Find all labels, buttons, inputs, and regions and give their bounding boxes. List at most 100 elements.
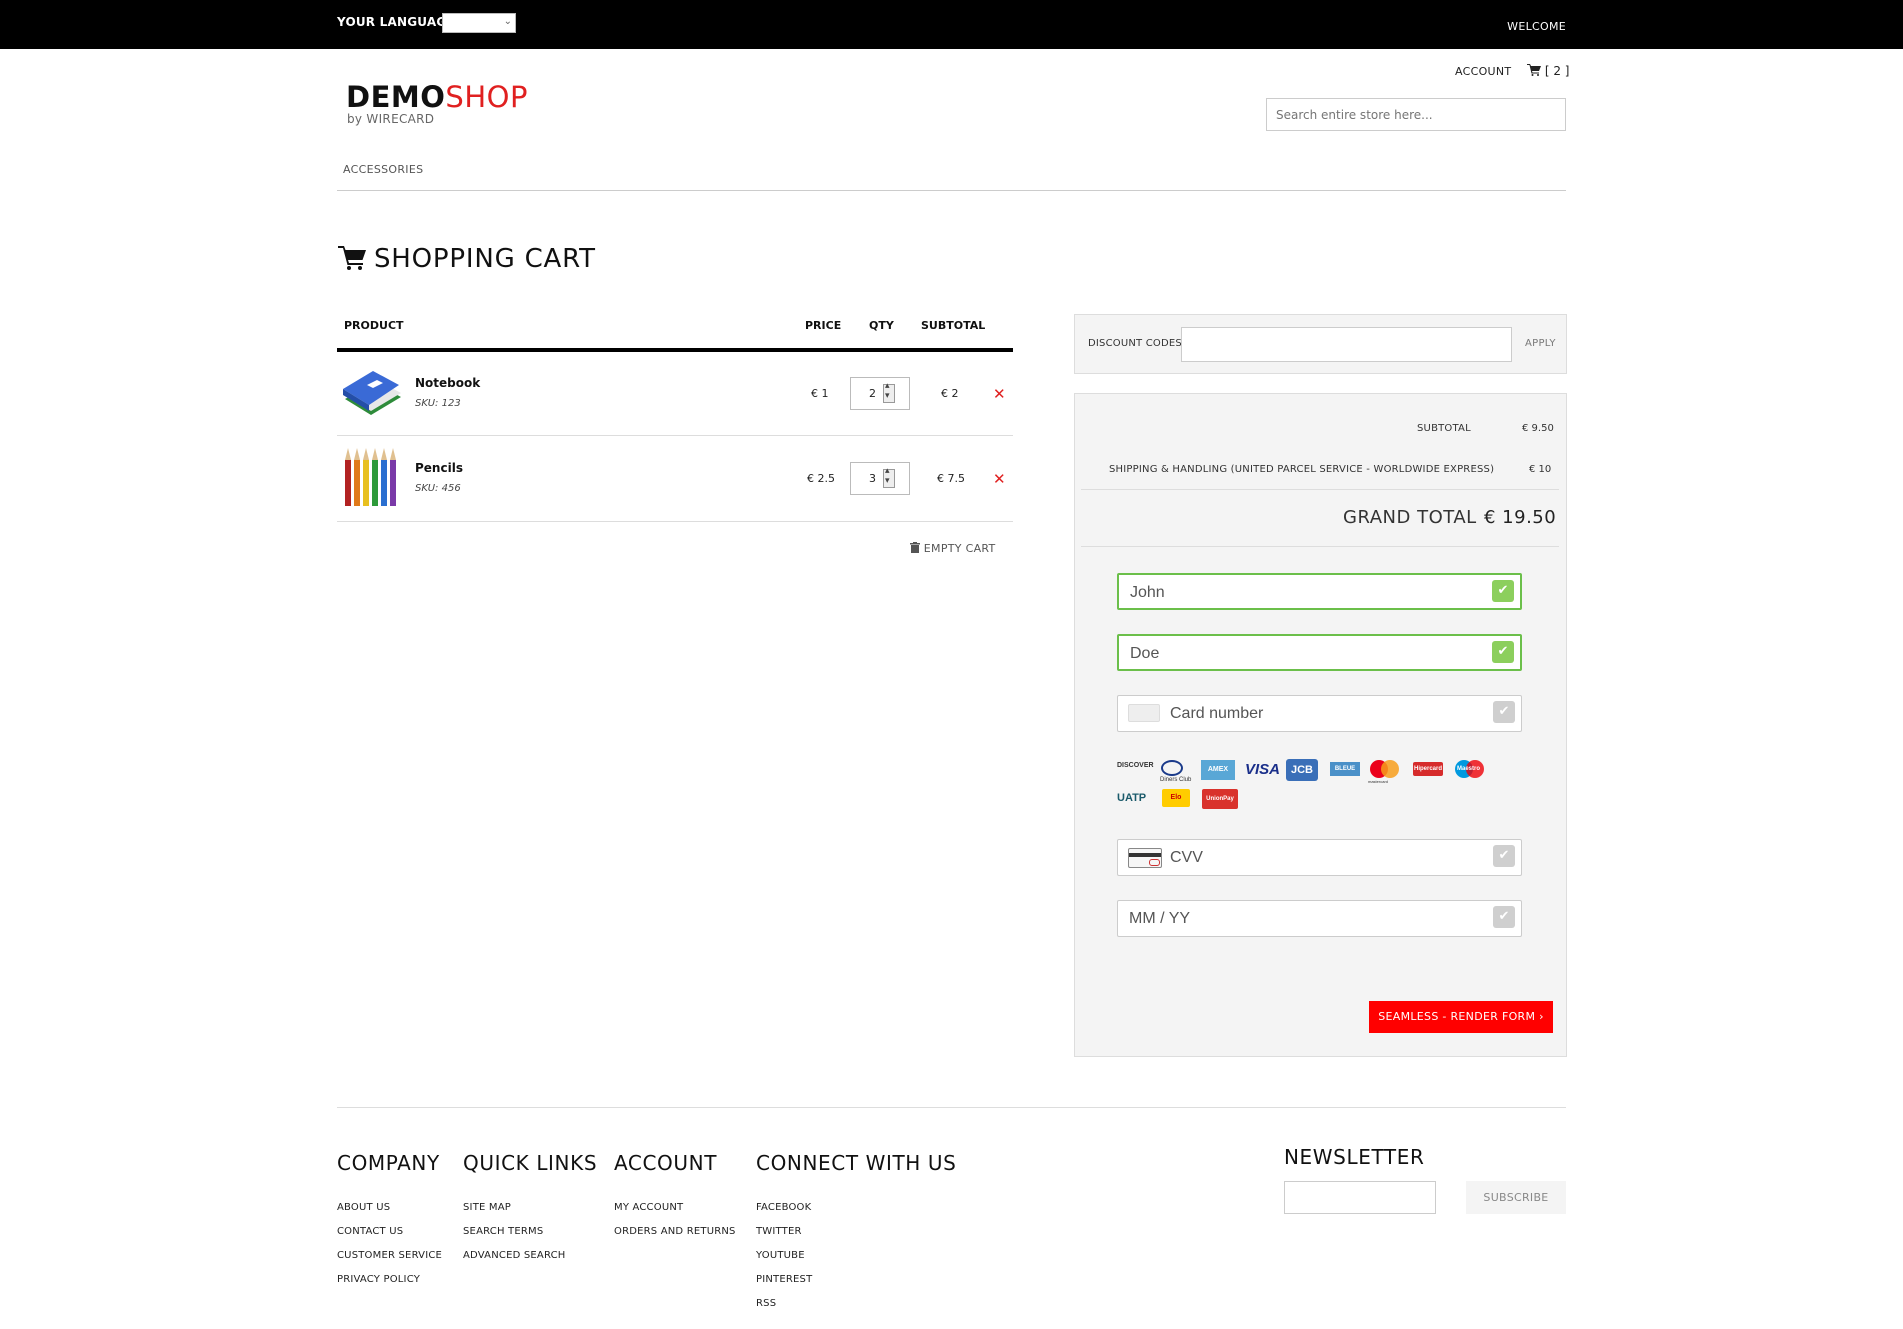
item-subtotal: € 2 [941,387,959,400]
unionpay-logo: UnionPay [1202,789,1238,809]
remove-item-icon[interactable]: ✕ [993,385,1006,403]
product-sku: SKU: 456 [415,483,461,494]
quantity-value: 3 [869,472,876,485]
uatp-logo: UATP [1117,792,1147,804]
totals-divider [1081,546,1559,547]
newsletter-title: NEWSLETTER [1284,1145,1425,1169]
footer-title-account: ACCOUNT [614,1151,718,1175]
footer-link[interactable]: SEARCH TERMS [463,1226,543,1237]
cart-icon [338,246,366,270]
footer-link[interactable]: YOUTUBE [756,1250,805,1261]
footer-link[interactable]: TWITTER [756,1226,802,1237]
logo-demo-text: DEMO [346,80,446,114]
jcb-logo: JCB [1286,759,1318,781]
footer-link[interactable]: ADVANCED SEARCH [463,1250,566,1261]
footer-divider [337,1107,1566,1108]
hipercard-logo: Hipercard [1413,762,1443,776]
footer-link[interactable]: ABOUT US [337,1202,390,1213]
item-price: € 1 [811,387,829,400]
product-sku: SKU: 123 [415,398,461,409]
top-bar [0,0,1903,49]
footer-link[interactable]: PRIVACY POLICY [337,1274,420,1285]
subtotal-label: SUBTOTAL [1417,423,1471,434]
column-header-product: PRODUCT [344,319,404,332]
footer-title-connect: CONNECT WITH US [756,1151,957,1175]
logo-by-text: by WIRECARD [347,112,435,126]
footer-link[interactable]: MY ACCOUNT [614,1202,683,1213]
language-select[interactable]: ⌄ [442,13,516,33]
newsletter-email-input[interactable] [1284,1181,1436,1214]
first-name-field[interactable]: John ✔ [1117,573,1522,610]
checkmark-icon: ✔ [1493,701,1515,723]
expiry-field[interactable]: MM / YY ✔ [1117,900,1522,937]
subtotal-value: € 9.50 [1522,423,1554,434]
card-number-placeholder: Card number [1170,705,1264,722]
cvv-card-icon [1128,848,1162,868]
shipping-value: € 10 [1529,464,1552,475]
header-cart-link[interactable]: [ 2 ] [1527,64,1569,78]
footer-link[interactable]: CUSTOMER SERVICE [337,1250,442,1261]
first-name-value: John [1130,584,1165,601]
checkmark-icon: ✔ [1492,641,1514,663]
logo[interactable]: DEMOSHOP [346,80,528,114]
footer-link[interactable]: FACEBOOK [756,1202,811,1213]
column-header-qty: QTY [869,319,894,332]
amex-logo: AMEX [1201,760,1235,780]
footer-link[interactable]: RSS [756,1298,776,1309]
footer-link[interactable]: ORDERS AND RETURNS [614,1226,736,1237]
product-name-notebook[interactable]: Notebook [415,376,480,390]
checkmark-icon: ✔ [1492,580,1514,602]
discount-code-input[interactable] [1181,327,1512,362]
discover-logo: DISCOVER [1117,762,1154,769]
footer-link[interactable]: SITE MAP [463,1202,511,1213]
diners-club-text: Diners Club [1160,777,1192,783]
cart-count: [ 2 ] [1544,64,1570,78]
product-name-pencils[interactable]: Pencils [415,461,463,475]
empty-cart-button[interactable]: EMPTY CART [910,542,996,555]
trash-icon [910,542,920,553]
card-number-field[interactable]: Card number ✔ [1117,695,1522,732]
account-link[interactable]: ACCOUNT [1455,65,1511,78]
footer-title-company: COMPANY [337,1151,440,1175]
subscribe-button[interactable]: SUBSCRIBE [1466,1181,1566,1214]
mastercard-logo-circle [1381,760,1399,778]
column-header-price: PRICE [805,319,842,332]
render-form-button[interactable]: SEAMLESS - RENDER FORM › [1369,1001,1553,1033]
checkmark-icon: ✔ [1493,906,1515,928]
remove-item-icon[interactable]: ✕ [993,470,1006,488]
grand-total-label: GRAND TOTAL [1343,507,1477,528]
cart-icon [1527,64,1541,76]
expiry-placeholder: MM / YY [1129,910,1191,927]
quantity-input[interactable]: 3 [850,462,910,495]
pencils-image [345,448,396,506]
chevron-down-icon: ⌄ [503,16,512,27]
welcome-text: WELCOME [1507,20,1566,33]
grand-total-value: € 19.50 [1484,507,1557,528]
nav-item-accessories[interactable]: ACCESSORIES [343,163,423,176]
quantity-stepper[interactable] [883,466,895,488]
maestro-text: Maestro [1457,766,1481,772]
logo-shop-text: SHOP [445,80,528,114]
quantity-input[interactable]: 2 [850,377,910,410]
footer-link[interactable]: PINTEREST [756,1274,812,1285]
diners-club-logo [1161,760,1183,776]
item-subtotal: € 7.5 [937,472,965,485]
checkmark-icon: ✔ [1493,845,1515,867]
cvv-field[interactable]: CVV ✔ [1117,839,1522,876]
elo-logo: Elo [1162,789,1190,807]
footer-link[interactable]: CONTACT US [337,1226,403,1237]
totals-divider [1081,489,1559,490]
column-header-subtotal: SUBTOTAL [921,319,986,332]
last-name-value: Doe [1130,645,1160,662]
row-divider [337,435,1013,436]
discount-label: DISCOUNT CODES [1088,338,1182,349]
quantity-value: 2 [869,387,876,400]
apply-button[interactable]: APPLY [1525,338,1556,349]
last-name-field[interactable]: Doe ✔ [1117,634,1522,671]
cvv-placeholder: CVV [1170,849,1203,866]
search-input[interactable] [1266,98,1566,131]
table-header-rule [337,348,1013,352]
page-title: SHOPPING CART [374,244,596,274]
shipping-label: SHIPPING & HANDLING (UNITED PARCEL SERVI… [1109,464,1495,475]
quantity-stepper[interactable] [883,381,895,403]
